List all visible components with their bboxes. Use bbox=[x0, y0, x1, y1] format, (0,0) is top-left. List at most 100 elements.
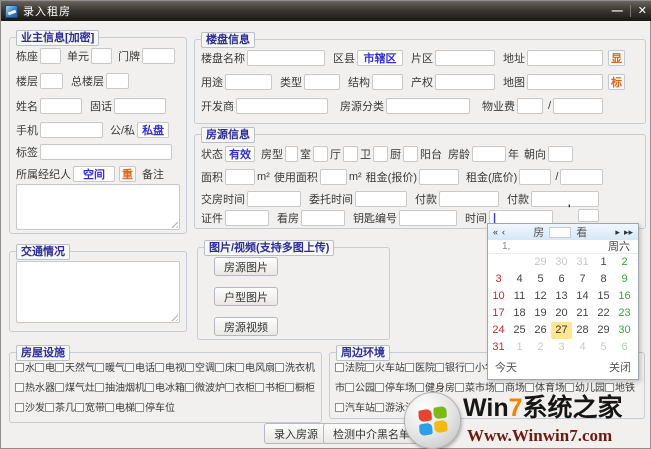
checkbox[interactable] bbox=[125, 363, 134, 372]
checkbox[interactable] bbox=[435, 363, 444, 372]
checkbox[interactable] bbox=[235, 363, 244, 372]
calendar-day[interactable]: 29 bbox=[593, 322, 614, 339]
payment-input-1[interactable] bbox=[439, 191, 499, 207]
type-input[interactable] bbox=[304, 74, 340, 90]
agent-value[interactable]: 空间 bbox=[73, 166, 115, 182]
checkbox[interactable] bbox=[15, 403, 24, 412]
calendar-day[interactable]: 5 bbox=[593, 339, 614, 356]
calendar-day[interactable]: 28 bbox=[572, 322, 593, 339]
property-fee-input[interactable] bbox=[517, 98, 543, 114]
checkbox[interactable] bbox=[95, 383, 104, 392]
calendar-day[interactable]: 1 bbox=[593, 254, 614, 271]
calendar-day[interactable]: 8 bbox=[593, 271, 614, 288]
calendar-day-selected[interactable]: 27 bbox=[551, 322, 572, 339]
category-input[interactable] bbox=[386, 98, 470, 114]
rooms-input[interactable] bbox=[285, 146, 298, 162]
calendar-day[interactable]: 30 bbox=[551, 254, 572, 271]
calendar-day[interactable]: 11 bbox=[509, 288, 530, 305]
submit-listing-button[interactable]: 录入房源 bbox=[264, 423, 328, 444]
mobile-input[interactable] bbox=[40, 122, 103, 138]
calendar-day[interactable]: 1 bbox=[509, 339, 530, 356]
calendar-day[interactable]: 31 bbox=[572, 254, 593, 271]
checkbox[interactable] bbox=[185, 383, 194, 392]
checkbox[interactable] bbox=[285, 383, 294, 392]
address-input[interactable] bbox=[527, 50, 603, 66]
resize-grip-icon[interactable] bbox=[169, 312, 178, 321]
checkbox[interactable] bbox=[45, 403, 54, 412]
minimize-button[interactable]: — bbox=[612, 6, 623, 17]
checkbox[interactable] bbox=[525, 383, 534, 392]
payment-input-2[interactable] bbox=[531, 191, 599, 207]
calendar-day[interactable]: 6 bbox=[551, 271, 572, 288]
prev-month-icon[interactable]: ‹ bbox=[502, 227, 505, 237]
halls-input[interactable] bbox=[313, 146, 328, 162]
checkbox[interactable] bbox=[35, 363, 44, 372]
checkbox[interactable] bbox=[145, 383, 154, 392]
landline-input[interactable] bbox=[114, 98, 166, 114]
calendar-day[interactable]: 18 bbox=[509, 305, 530, 322]
checkbox[interactable] bbox=[55, 363, 64, 372]
traffic-textarea[interactable] bbox=[16, 261, 180, 323]
calendar-day[interactable]: 4 bbox=[509, 271, 530, 288]
calendar-day[interactable]: 7 bbox=[572, 271, 593, 288]
calendar-day[interactable]: 10 bbox=[488, 288, 509, 305]
checkbox[interactable] bbox=[155, 363, 164, 372]
ownership-input[interactable] bbox=[435, 74, 495, 90]
calendar-day[interactable]: 5 bbox=[530, 271, 551, 288]
calendar-day[interactable]: 2 bbox=[614, 254, 635, 271]
area-input[interactable] bbox=[225, 169, 255, 185]
handover-time-input[interactable] bbox=[247, 191, 301, 207]
calendar-day[interactable]: 19 bbox=[530, 305, 551, 322]
estate-name-input[interactable] bbox=[247, 50, 325, 66]
checkbox[interactable] bbox=[15, 363, 24, 372]
checkbox[interactable] bbox=[495, 383, 504, 392]
entrust-time-input[interactable] bbox=[355, 191, 407, 207]
floorplan-photos-button[interactable]: 户型图片 bbox=[214, 287, 278, 306]
next-year-icon[interactable]: ▸▸ bbox=[624, 227, 633, 238]
calendar-day[interactable]: 23 bbox=[614, 305, 635, 322]
public-private-value[interactable]: 私盘 bbox=[137, 122, 169, 138]
mark-button[interactable]: 标 bbox=[608, 74, 625, 90]
usage-input[interactable] bbox=[225, 74, 272, 90]
key-no-input[interactable] bbox=[399, 210, 457, 226]
calendar-day[interactable]: 30 bbox=[614, 322, 635, 339]
building-no-input[interactable] bbox=[40, 48, 61, 64]
calendar-day[interactable]: 9 bbox=[614, 271, 635, 288]
checkbox[interactable] bbox=[375, 403, 384, 412]
close-button[interactable]: ✕ bbox=[638, 6, 647, 17]
calendar-day[interactable]: 6 bbox=[614, 339, 635, 356]
today-link[interactable]: 今天 bbox=[495, 359, 517, 375]
viewing-input[interactable] bbox=[301, 210, 345, 226]
owner-remark-textarea[interactable] bbox=[16, 184, 180, 230]
checkbox[interactable] bbox=[185, 363, 194, 372]
checkbox[interactable] bbox=[565, 383, 574, 392]
resize-grip-icon[interactable] bbox=[169, 219, 178, 228]
total-floor-input[interactable] bbox=[106, 73, 129, 89]
close-link[interactable]: 关闭 bbox=[609, 359, 631, 375]
developer-input[interactable] bbox=[236, 98, 328, 114]
prev-year-icon[interactable]: « bbox=[493, 227, 498, 237]
checkbox[interactable] bbox=[105, 403, 114, 412]
checkbox[interactable] bbox=[75, 403, 84, 412]
baths-input[interactable] bbox=[343, 146, 358, 162]
calendar-day[interactable]: 3 bbox=[488, 271, 509, 288]
kitchens-input[interactable] bbox=[373, 146, 388, 162]
checkbox[interactable] bbox=[135, 403, 144, 412]
checkbox[interactable] bbox=[95, 363, 104, 372]
checkbox[interactable] bbox=[345, 383, 354, 392]
house-video-button[interactable]: 房源视频 bbox=[214, 317, 278, 336]
calendar-day[interactable]: 2 bbox=[530, 339, 551, 356]
checkbox[interactable] bbox=[375, 383, 384, 392]
calendar-day[interactable]: 3 bbox=[551, 339, 572, 356]
orientation-input[interactable] bbox=[548, 146, 573, 162]
certificate-input[interactable] bbox=[225, 210, 269, 226]
rent-quote-input[interactable] bbox=[419, 169, 459, 185]
calendar-day[interactable]: 24 bbox=[488, 322, 509, 339]
owner-name-input[interactable] bbox=[40, 98, 82, 114]
district-input[interactable] bbox=[435, 50, 495, 66]
checkbox[interactable] bbox=[455, 383, 464, 392]
checkbox[interactable] bbox=[335, 363, 344, 372]
calendar-day[interactable]: 12 bbox=[530, 288, 551, 305]
checkbox[interactable] bbox=[465, 363, 474, 372]
calendar-day[interactable]: 20 bbox=[551, 305, 572, 322]
